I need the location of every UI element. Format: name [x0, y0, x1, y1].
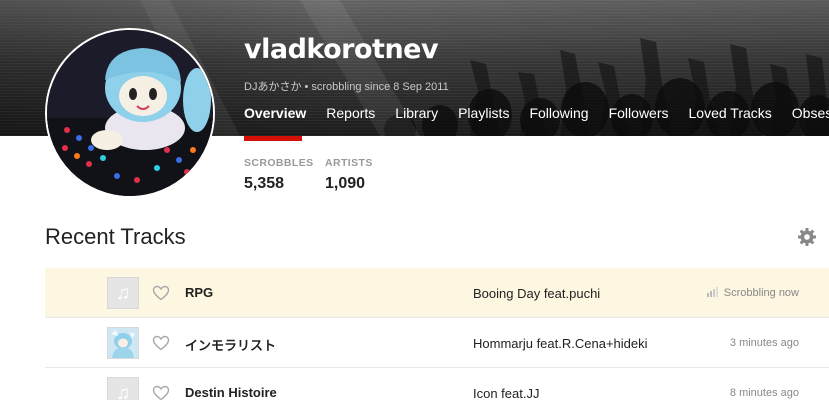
profile-username: vladkorotnev — [244, 34, 439, 65]
track-time-label: Scrobbling now — [723, 287, 799, 299]
stat-artists-label: ARTISTS — [325, 157, 373, 169]
track-row[interactable]: インモラリスト Hommarju feat.R.Cena+hideki 3 mi… — [45, 318, 829, 368]
track-cover[interactable] — [107, 327, 139, 359]
profile-scrobbling-since: scrobbling since 8 Sep 2011 — [311, 81, 449, 93]
stat-scrobbles-label: SCROBBLES — [244, 157, 314, 169]
nav-obsessions[interactable]: Obsessions — [792, 104, 829, 124]
track-cover[interactable]: ♫ — [107, 277, 139, 309]
nav-library[interactable]: Library — [395, 104, 438, 124]
track-time: 8 minutes ago — [729, 387, 799, 399]
avatar-image — [47, 30, 213, 196]
profile-subline: DJあかさか • scrobbling since 8 Sep 2011 — [244, 81, 449, 93]
stat-scrobbles-value: 5,358 — [244, 175, 285, 192]
track-artist[interactable]: Hommarju feat.R.Cena+hideki — [473, 336, 648, 351]
nav-playlists[interactable]: Playlists — [458, 104, 509, 124]
track-name[interactable]: インモラリスト — [185, 335, 276, 354]
track-artist[interactable]: Icon feat.JJ — [473, 386, 539, 400]
music-note-icon: ♫ — [115, 382, 131, 400]
stat-artists[interactable]: ARTISTS 1,090 — [325, 157, 373, 193]
profile-nav: Overview Reports Library Playlists Follo… — [244, 104, 829, 124]
track-cover[interactable]: ♫ — [107, 377, 139, 400]
nav-reports[interactable]: Reports — [326, 104, 375, 124]
nav-active-indicator — [244, 136, 302, 141]
profile-display-name: DJあかさか — [244, 81, 302, 93]
bars-icon — [706, 287, 718, 297]
track-artist[interactable]: Booing Day feat.puchi — [473, 286, 600, 301]
recent-tracks-list: ♫ RPG Booing Day feat.puchi Scrobbling n… — [45, 268, 829, 400]
avatar[interactable] — [45, 28, 215, 198]
track-name[interactable]: Destin Histoire — [185, 385, 277, 400]
recent-tracks-title: Recent Tracks — [45, 224, 186, 249]
gear-icon[interactable] — [797, 227, 817, 247]
nav-loved-tracks[interactable]: Loved Tracks — [689, 104, 772, 124]
nav-overview[interactable]: Overview — [244, 104, 306, 124]
track-row[interactable]: ♫ RPG Booing Day feat.puchi Scrobbling n… — [45, 268, 829, 318]
nav-following[interactable]: Following — [529, 104, 588, 124]
track-time: 3 minutes ago — [729, 337, 799, 349]
nav-followers[interactable]: Followers — [609, 104, 669, 124]
heart-icon[interactable] — [152, 335, 170, 351]
heart-icon[interactable] — [152, 385, 170, 400]
music-note-icon: ♫ — [115, 282, 131, 304]
stat-artists-value: 1,090 — [325, 175, 366, 192]
track-cover-image — [108, 328, 138, 358]
heart-icon[interactable] — [152, 285, 170, 301]
track-time: Scrobbling now — [706, 287, 799, 299]
track-row[interactable]: ♫ Destin Histoire Icon feat.JJ 8 minutes… — [45, 368, 829, 400]
track-name[interactable]: RPG — [185, 285, 213, 300]
stat-scrobbles[interactable]: SCROBBLES 5,358 — [244, 157, 314, 193]
